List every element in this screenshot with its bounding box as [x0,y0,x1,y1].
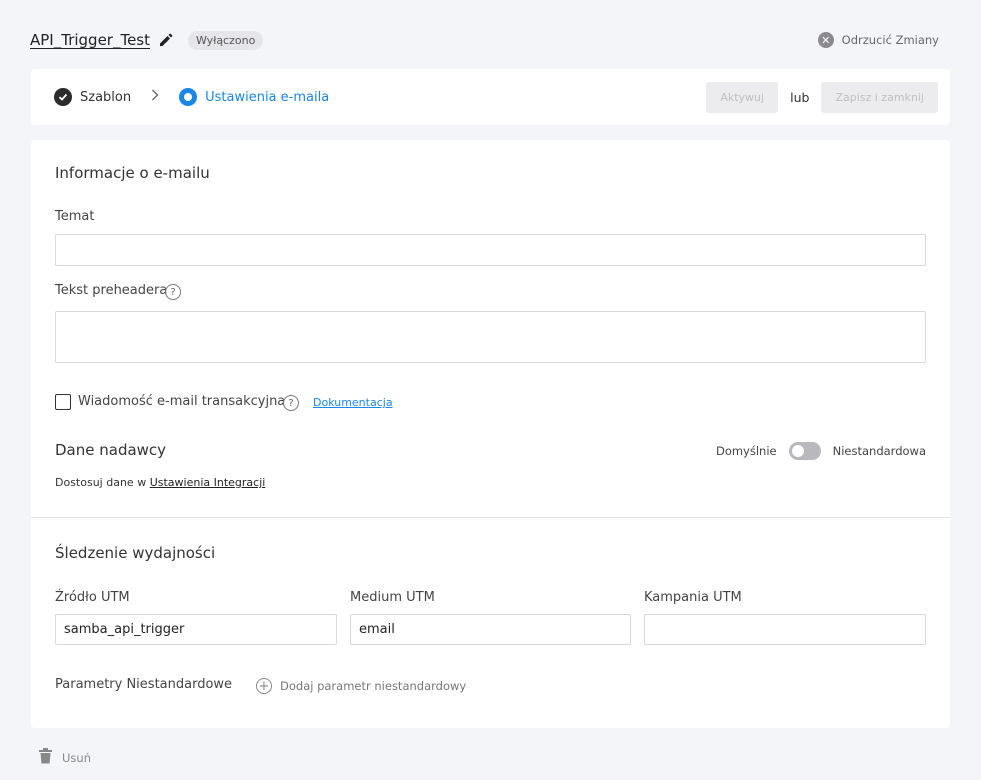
add-custom-param-label: Dodaj parametr niestandardowy [280,679,467,693]
help-icon[interactable]: ? [283,395,299,411]
subject-input[interactable] [55,234,926,266]
step-template[interactable]: Szablon [54,88,131,106]
chevron-right-icon [151,89,159,105]
radio-active-icon [179,88,198,106]
transactional-checkbox[interactable] [55,394,71,410]
plus-circle-icon: + [256,678,272,694]
status-badge: Wyłączono [188,30,264,50]
utm-source-input[interactable] [55,614,337,645]
documentation-link[interactable]: Dokumentacja [313,396,393,409]
utm-campaign-label: Kampania UTM [644,590,742,605]
save-and-close-button[interactable]: Zapisz i zamknij [821,81,938,113]
tracking-title: Śledzenie wydajności [55,544,216,562]
preheader-input[interactable] [55,311,926,363]
steps-bar: Szablon Ustawienia e-maila Aktywuj lub Z… [31,69,950,125]
discard-changes-label: Odrzucić Zmiany [841,33,939,47]
transactional-label: Wiadomość e-mail transakcyjna [78,394,286,409]
custom-params-label: Parametry Niestandardowe [55,677,233,692]
trash-icon [39,748,52,767]
step-email-settings[interactable]: Ustawienia e-maila [179,88,329,106]
sender-toggle-group: Domyślnie Niestandardowa [716,442,926,460]
delete-button[interactable]: Usuń [39,748,91,767]
integration-settings-link[interactable]: Ustawienia Integracji [150,476,266,489]
step-email-settings-label: Ustawienia e-maila [205,89,330,105]
email-settings-card: Informacje o e-mailu Temat Tekst prehead… [31,140,950,728]
utm-source-label: Źródło UTM [55,590,130,605]
help-icon[interactable]: ? [165,284,181,300]
step-template-label: Szablon [80,89,132,105]
delete-label: Usuń [62,750,91,765]
step-actions: Aktywuj lub Zapisz i zamknij [706,81,938,113]
email-info-title: Informacje o e-mailu [55,164,210,182]
subject-label: Temat [55,209,95,224]
sender-toggle[interactable] [788,442,821,460]
toggle-default-label: Domyślnie [715,444,777,458]
header-bar: API_Trigger_Test Wyłączono ✕ Odrzucić Zm… [30,28,951,52]
add-custom-param-button[interactable]: + Dodaj parametr niestandardowy [256,678,466,694]
or-label: lub [790,89,810,105]
check-circle-icon [54,88,72,106]
utm-medium-label: Medium UTM [350,590,435,605]
section-divider [31,517,950,518]
close-circle-icon: ✕ [817,32,834,48]
sender-helper-text: Dostosuj dane w Ustawienia Integracji [55,476,265,489]
utm-medium-input[interactable] [350,614,631,645]
toggle-custom-label: Niestandardowa [832,444,926,458]
activate-button[interactable]: Aktywuj [706,81,779,113]
page-title[interactable]: API_Trigger_Test [30,31,150,49]
sender-title: Dane nadawcy [55,441,167,459]
sender-helper-prefix: Dostosuj dane w [55,476,147,489]
preheader-label: Tekst preheadera [55,283,168,298]
utm-campaign-input[interactable] [644,614,926,645]
discard-changes-button[interactable]: ✕ Odrzucić Zmiany [817,32,939,48]
pencil-icon[interactable] [158,32,174,48]
